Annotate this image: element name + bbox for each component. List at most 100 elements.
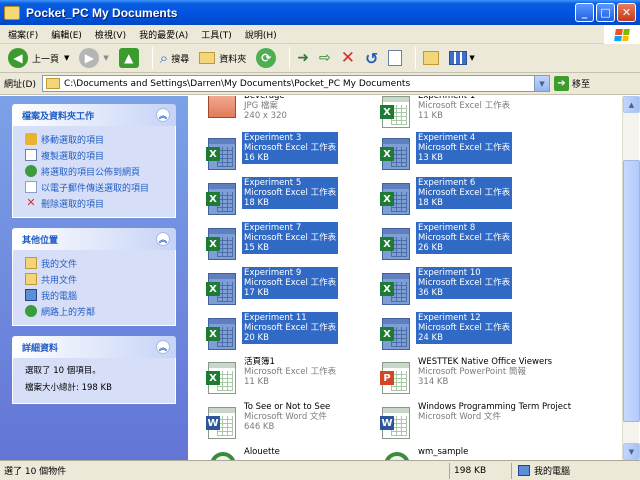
place-my-documents[interactable]: 我的文件 [25,255,167,271]
file-tasks-title: 檔案及資料夾工作 [22,111,95,122]
task-copy[interactable]: 複製選取的項目 [25,147,167,163]
status-size: 198 KB [450,462,512,479]
file-size: 314 KB [418,377,449,387]
file-label: Experiment 10 Microsoft Excel 工作表 36 KB [416,267,513,299]
file-type: Microsoft Excel 工作表 [244,188,337,198]
folders-button[interactable]: 資料夾 [197,46,248,70]
task-email[interactable]: 以電子郵件傳送選取的項目 [25,179,167,195]
go-button[interactable]: ➔ 移至 [553,76,590,91]
file-name: Experiment 8 [418,223,476,233]
toolbar-separator [289,47,291,69]
place-network[interactable]: 網路上的芳鄰 [25,303,167,319]
menu-view[interactable]: 檢視(V) [95,28,126,41]
undo-button[interactable]: ↺ [363,46,380,70]
folder-icon [25,257,37,269]
task-delete[interactable]: ✕ 刪除選取的項目 [25,195,167,211]
menu-tools[interactable]: 工具(T) [201,28,232,41]
scroll-up-button[interactable]: ▲ [623,96,640,113]
close-button[interactable]: ✕ [617,3,636,22]
title-bar[interactable]: Pocket_PC My Documents _ □ ✕ [0,0,640,25]
file-type: Microsoft Excel 工作表 [418,143,511,153]
up-folder-button[interactable]: ▲ [117,46,141,70]
folder-options-button[interactable] [421,46,441,70]
place-my-computer[interactable]: 我的電腦 [25,287,167,303]
move-icon [25,133,37,145]
maximize-button[interactable]: □ [596,3,615,22]
toolbar-separator [151,47,153,69]
place-shared-documents[interactable]: 共用文件 [25,271,167,287]
file-size: 13 KB [418,153,443,163]
file-label: Experiment 9 Microsoft Excel 工作表 17 KB [242,267,339,299]
file-item[interactable]: wm_sample [370,446,540,460]
file-name: WESTTEK Native Office Viewers [418,357,553,367]
file-item[interactable]: Alouette [196,446,366,460]
copy-to-button[interactable]: ⇨ [317,46,333,70]
vertical-scrollbar[interactable]: ▲ ▼ [622,96,640,460]
excel-icon: X [378,224,412,262]
menu-edit[interactable]: 編輯(E) [51,28,82,41]
back-arrow-icon: ◀ [8,48,28,68]
file-item[interactable]: X 活頁簿1 Microsoft Excel 工作表 11 KB [196,356,366,400]
email-icon [25,181,37,193]
details-header[interactable]: 詳細資料 ︽ [12,336,176,358]
properties-button[interactable] [386,46,404,70]
file-item[interactable]: X Experiment 3 Microsoft Excel 工作表 16 KB [196,132,366,176]
excel-icon: X [378,134,412,172]
task-pane: 檔案及資料夾工作 ︽ 移動選取的項目 複製選取的項目 將選取的項目公佈到網頁 以… [0,96,188,460]
file-item[interactable]: W To See or Not to See Microsoft Word 文件 64… [196,401,366,445]
file-item[interactable]: P WESTTEK Native Office Viewers Microsoft … [370,356,552,400]
file-item[interactable]: X Experiment 7 Microsoft Excel 工作表 15 KB [196,222,366,266]
file-item[interactable]: X Experiment 4 Microsoft Excel 工作表 13 KB [370,132,540,176]
file-list[interactable]: Beverage JPG 檔案 240 x 320 X Experiment 1 Micr… [188,96,622,460]
file-item[interactable]: X Experiment 1 Microsoft Excel 工作表 11 KB [370,96,540,134]
delete-button[interactable]: ✕ [339,46,357,70]
collapse-icon[interactable]: ︽ [156,340,170,354]
file-tasks-header[interactable]: 檔案及資料夾工作 ︽ [12,104,176,126]
minimize-button[interactable]: _ [575,3,594,22]
file-size: 15 KB [244,243,269,253]
file-size: 11 KB [244,377,269,387]
scrollbar-thumb[interactable] [623,160,640,422]
forward-button[interactable]: ▶ ▼ [77,46,110,70]
task-publish[interactable]: 將選取的項目公佈到網頁 [25,163,167,179]
file-item[interactable]: W Windows Programming Term Project Microso… [370,401,571,445]
file-item[interactable]: X Experiment 9 Microsoft Excel 工作表 17 KB [196,267,366,311]
file-size: 646 KB [244,422,275,432]
details-body: 選取了 10 個項目。 檔案大小總計: 198 KB [12,358,176,404]
other-places-header[interactable]: 其他位置 ︽ [12,228,176,250]
address-path: C:\Documents and Settings\Darren\My Docu… [63,78,411,89]
move-to-button[interactable]: ➜ [295,46,311,70]
status-bar: 選了 10 個物件 198 KB 我的電腦 [0,460,640,480]
task-move[interactable]: 移動選取的項目 [25,131,167,147]
collapse-icon[interactable]: ︽ [156,232,170,246]
file-item[interactable]: X Experiment 12 Microsoft Excel 工作表 24 KB [370,312,540,356]
sync-button[interactable]: ⟳ [254,46,278,70]
file-item[interactable]: Beverage JPG 檔案 240 x 320 [196,96,366,134]
file-item[interactable]: X Experiment 10 Microsoft Excel 工作表 36 KB [370,267,540,311]
address-label: 網址(D) [4,80,36,90]
window-title: Pocket_PC My Documents [26,5,178,20]
back-label: 上一頁 [32,54,60,65]
menu-favorites[interactable]: 我的最愛(A) [139,28,188,41]
address-dropdown-button[interactable]: ▼ [533,76,549,91]
file-type: Microsoft Excel 工作表 [418,323,511,333]
media-icon [204,448,238,460]
collapse-icon[interactable]: ︽ [156,108,170,122]
views-button[interactable]: ▼ [447,46,476,70]
back-button[interactable]: ◀ 上一頁 ▼ [6,46,71,70]
file-item[interactable]: X Experiment 6 Microsoft Excel 工作表 18 KB [370,177,540,221]
address-field[interactable]: C:\Documents and Settings\Darren\My Docu… [41,75,550,92]
file-tasks-body: 移動選取的項目 複製選取的項目 將選取的項目公佈到網頁 以電子郵件傳送選取的項目… [12,126,176,218]
file-item[interactable]: X Experiment 11 Microsoft Excel 工作表 20 KB [196,312,366,356]
scroll-down-button[interactable]: ▼ [623,443,640,460]
file-item[interactable]: X Experiment 5 Microsoft Excel 工作表 18 KB [196,177,366,221]
place-my-documents-label: 我的文件 [41,259,78,270]
file-name: 活頁簿1 [244,357,275,367]
file-size: 36 KB [418,288,443,298]
place-network-label: 網路上的芳鄰 [41,307,96,318]
menu-help[interactable]: 說明(H) [245,28,277,41]
menu-file[interactable]: 檔案(F) [8,28,38,41]
search-button[interactable]: ⌕ 搜尋 [158,46,191,70]
file-item[interactable]: X Experiment 8 Microsoft Excel 工作表 26 KB [370,222,540,266]
place-my-computer-label: 我的電腦 [41,291,78,302]
